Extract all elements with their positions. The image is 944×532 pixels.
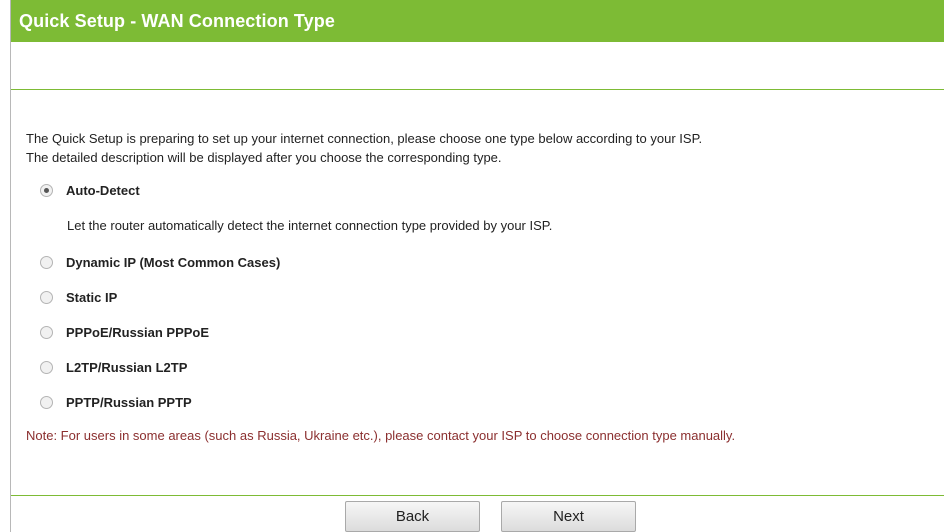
- radio-l2tp[interactable]: [40, 360, 53, 374]
- option-dynamic-ip[interactable]: Dynamic IP (Most Common Cases): [40, 253, 280, 271]
- option-pppoe[interactable]: PPPoE/Russian PPPoE: [40, 323, 209, 341]
- page-title: Quick Setup - WAN Connection Type: [19, 11, 335, 31]
- radio-static-ip[interactable]: [40, 290, 53, 304]
- option-auto-detect[interactable]: Auto-Detect: [40, 181, 140, 199]
- radio-pppoe[interactable]: [40, 325, 53, 339]
- quick-setup-panel: Quick Setup - WAN Connection Type The Qu…: [10, 0, 944, 532]
- next-button[interactable]: Next: [501, 501, 636, 532]
- top-divider: [11, 89, 944, 90]
- intro-line-1: The Quick Setup is preparing to set up y…: [26, 131, 703, 146]
- note-text: Note: For users in some areas (such as R…: [26, 428, 736, 443]
- option-l2tp[interactable]: L2TP/Russian L2TP: [40, 358, 187, 376]
- option-label-static-ip: Static IP: [66, 289, 118, 305]
- title-bar: Quick Setup - WAN Connection Type: [11, 0, 944, 42]
- option-label-pppoe: PPPoE/Russian PPPoE: [66, 324, 210, 340]
- radio-auto-detect[interactable]: [40, 183, 53, 197]
- option-static-ip[interactable]: Static IP: [40, 288, 117, 306]
- radio-dynamic-ip[interactable]: [40, 255, 53, 269]
- option-label-dynamic-ip: Dynamic IP (Most Common Cases): [66, 254, 281, 270]
- option-pptp[interactable]: PPTP/Russian PPTP: [40, 393, 192, 411]
- bottom-divider: [11, 495, 944, 496]
- option-label-l2tp: L2TP/Russian L2TP: [66, 359, 188, 375]
- radio-pptp[interactable]: [40, 395, 53, 409]
- intro-line-2: The detailed description will be display…: [26, 150, 502, 165]
- option-label-pptp: PPTP/Russian PPTP: [66, 394, 192, 410]
- auto-detect-description: Let the router automatically detect the …: [67, 218, 553, 233]
- option-label-auto-detect: Auto-Detect: [66, 182, 140, 198]
- back-button[interactable]: Back: [345, 501, 480, 532]
